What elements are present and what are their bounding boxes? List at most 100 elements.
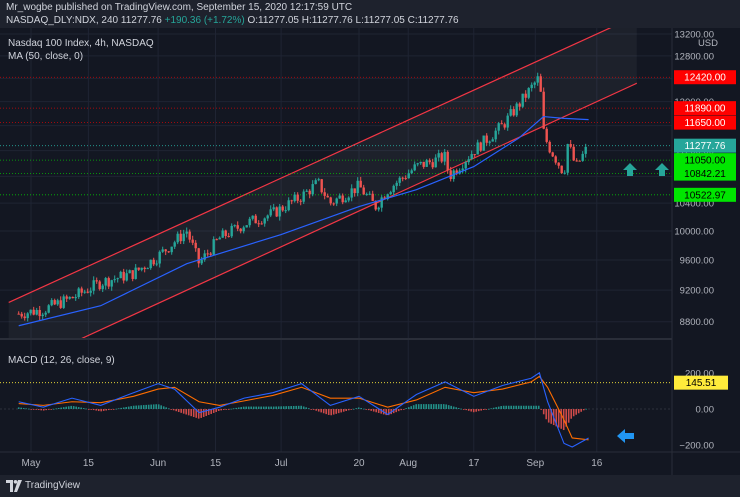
candle-body (224, 230, 227, 236)
candle-body (572, 146, 575, 161)
histogram-bar (327, 409, 330, 415)
level-label: 12420.00 (684, 73, 726, 84)
candle-body (236, 225, 239, 229)
candle-body (515, 103, 518, 116)
candle-body (212, 239, 215, 255)
candle-body (293, 194, 296, 202)
candle-body (71, 296, 74, 299)
candle-body (140, 267, 143, 270)
tradingview-logo-icon[interactable] (6, 480, 22, 492)
candle-body (518, 103, 521, 107)
candle-body (86, 291, 89, 293)
histogram-bar (177, 409, 180, 413)
histogram-bar (187, 409, 190, 416)
candle-body (350, 188, 353, 198)
open-value: O:11277.05 (247, 15, 299, 26)
candle-body (167, 251, 170, 253)
candle-body (188, 231, 191, 240)
histogram-bar (170, 409, 172, 410)
histogram-bar (120, 407, 122, 409)
level-label: 10522.97 (684, 190, 726, 201)
histogram-bar (582, 409, 585, 411)
candle-body (227, 235, 230, 237)
candle-body (431, 162, 434, 168)
histogram-bar (490, 408, 492, 410)
histogram-bar (365, 409, 367, 410)
candle-body (59, 300, 62, 308)
candle-body (122, 271, 125, 281)
symbol[interactable]: NASDAQ_DLY:NDX, 240 (6, 15, 118, 26)
candle-body (473, 154, 476, 156)
histogram-bar (340, 409, 342, 413)
candle-body (299, 200, 302, 202)
candle-body (395, 182, 398, 186)
histogram-bar (262, 406, 265, 409)
time-axis[interactable]: May 15 Jun 15 Jul 20 Aug 17 Sep 16 (22, 458, 603, 469)
tradingview-brand[interactable]: TradingView (25, 480, 80, 491)
histogram-bar (110, 409, 112, 410)
histogram-bar (87, 409, 90, 410)
histogram-bar (67, 406, 70, 409)
histogram-bar (357, 407, 360, 409)
histogram-bar (520, 405, 522, 409)
candle-body (284, 210, 287, 212)
candle-body (485, 135, 488, 143)
histogram-bar (510, 405, 512, 409)
candle-body (401, 177, 404, 179)
histogram-bar (27, 408, 30, 410)
histogram-bar (455, 407, 457, 409)
candle-body (32, 309, 35, 315)
candle-body (320, 179, 323, 193)
price-change: +190.36 (+1.72%) (164, 15, 245, 26)
histogram-bar (310, 409, 312, 410)
candle-body (17, 313, 20, 315)
histogram-bar (517, 405, 520, 409)
histogram-bar (437, 404, 440, 409)
candle-body (362, 187, 365, 195)
histogram-bar (215, 409, 217, 412)
candle-body (269, 209, 272, 216)
histogram-bar (320, 409, 322, 413)
chart-area[interactable]: 8800.009200.009600.0010000.0010400.00108… (0, 28, 740, 475)
candle-body (68, 296, 71, 299)
histogram-bar (505, 405, 507, 409)
histogram-bar (442, 404, 445, 409)
histogram-bar (55, 408, 57, 410)
time-tick-label: Jul (275, 458, 288, 469)
candle-body (488, 141, 491, 143)
histogram-bar (575, 409, 577, 415)
candle-body (332, 203, 335, 205)
histogram-bar (182, 409, 185, 414)
candle-body (215, 239, 218, 241)
candle-body (563, 172, 566, 174)
histogram-bar (585, 408, 587, 410)
price-channel (8, 28, 638, 338)
histogram-bar (475, 409, 477, 412)
candle-body (440, 153, 443, 162)
histogram-bar (545, 409, 547, 420)
histogram-bar (435, 404, 437, 409)
candle-body (482, 135, 485, 151)
candle-body (479, 142, 482, 151)
histogram-bar (47, 409, 50, 410)
histogram-bar (185, 409, 187, 415)
histogram-bar (405, 408, 407, 409)
low-value: L:11277.05 (355, 15, 405, 26)
histogram-bar (247, 406, 250, 409)
candle-body (41, 314, 44, 317)
histogram-bar (440, 404, 442, 409)
candle-body (239, 228, 242, 232)
histogram-bar (515, 405, 517, 409)
candle-body (242, 227, 245, 232)
histogram-bar (497, 406, 500, 409)
histogram-bar (165, 407, 167, 409)
time-tick-label: 16 (591, 458, 603, 469)
candle-body (368, 193, 371, 195)
last-price-label: 11277.76 (685, 141, 726, 152)
histogram-bar (162, 406, 165, 409)
candle-body (413, 164, 416, 171)
histogram-bar (300, 405, 302, 409)
histogram-bar (267, 406, 270, 409)
histogram-bar (512, 405, 515, 409)
candle-body (356, 180, 359, 194)
